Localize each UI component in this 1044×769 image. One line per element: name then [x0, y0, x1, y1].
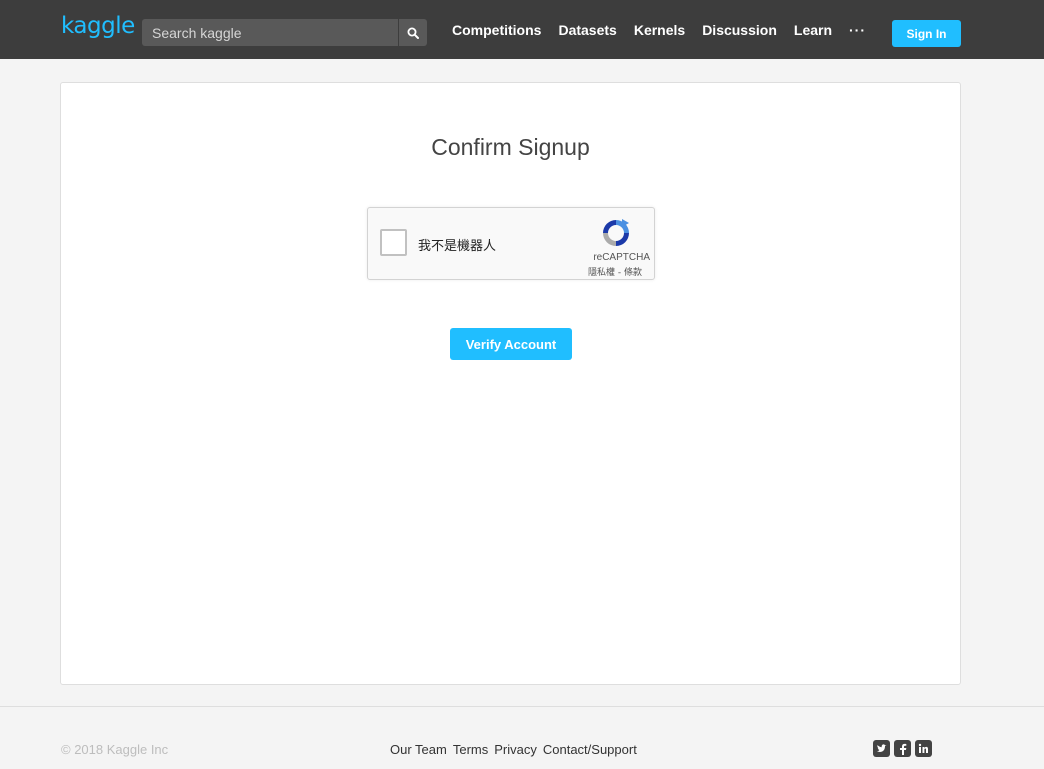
linkedin-icon[interactable]	[915, 740, 932, 757]
social-links	[873, 740, 936, 757]
search-box	[142, 19, 427, 46]
recaptcha-widget: 我不是機器人 reCAPTCHA 隱私權 - 條款	[367, 207, 655, 280]
facebook-glyph	[899, 743, 906, 755]
recaptcha-checkbox[interactable]	[380, 229, 407, 256]
search-input[interactable]	[142, 19, 398, 46]
copyright: © 2018 Kaggle Inc	[61, 742, 169, 757]
footer-links: Our Team Terms Privacy Contact/Support	[390, 742, 643, 757]
recaptcha-links: 隱私權 - 條款	[588, 265, 642, 278]
page-title: Confirm Signup	[431, 134, 590, 160]
nav-competitions[interactable]: Competitions	[452, 22, 541, 38]
recaptcha-label: 我不是機器人	[418, 239, 497, 254]
verify-account-button[interactable]: Verify Account	[450, 328, 572, 360]
signup-card: Confirm Signup 我不是機器人 reCAPTCHA 隱私權 - 條款…	[60, 82, 961, 685]
recaptcha-brand: reCAPTCHA	[593, 252, 650, 263]
sign-in-button[interactable]: Sign In	[892, 20, 961, 47]
nav-learn[interactable]: Learn	[794, 22, 832, 38]
recaptcha-terms-link[interactable]: 條款	[624, 268, 642, 278]
footer-link-privacy[interactable]: Privacy	[494, 742, 537, 757]
footer-link-terms[interactable]: Terms	[453, 742, 488, 757]
nav-kernels[interactable]: Kernels	[634, 22, 685, 38]
search-icon	[407, 27, 419, 39]
facebook-icon[interactable]	[894, 740, 911, 757]
nav-discussion[interactable]: Discussion	[702, 22, 777, 38]
top-nav-bar: kaggle Competitions Datasets Kernels Dis…	[0, 0, 1044, 59]
main-nav: Competitions Datasets Kernels Discussion…	[452, 0, 849, 59]
footer-link-contact-support[interactable]: Contact/Support	[543, 742, 637, 757]
nav-datasets[interactable]: Datasets	[558, 22, 616, 38]
linkedin-glyph	[918, 743, 928, 753]
more-menu-icon[interactable]: ···	[849, 22, 866, 38]
search-button[interactable]	[399, 19, 427, 46]
twitter-bird-glyph	[877, 743, 887, 752]
twitter-icon[interactable]	[873, 740, 890, 757]
footer-link-our-team[interactable]: Our Team	[390, 742, 447, 757]
footer-divider	[0, 706, 1044, 707]
recaptcha-logo-icon	[603, 219, 629, 246]
recaptcha-link-separator: -	[615, 268, 624, 278]
recaptcha-privacy-link[interactable]: 隱私權	[588, 268, 615, 278]
kaggle-logo[interactable]: kaggle	[61, 13, 135, 39]
